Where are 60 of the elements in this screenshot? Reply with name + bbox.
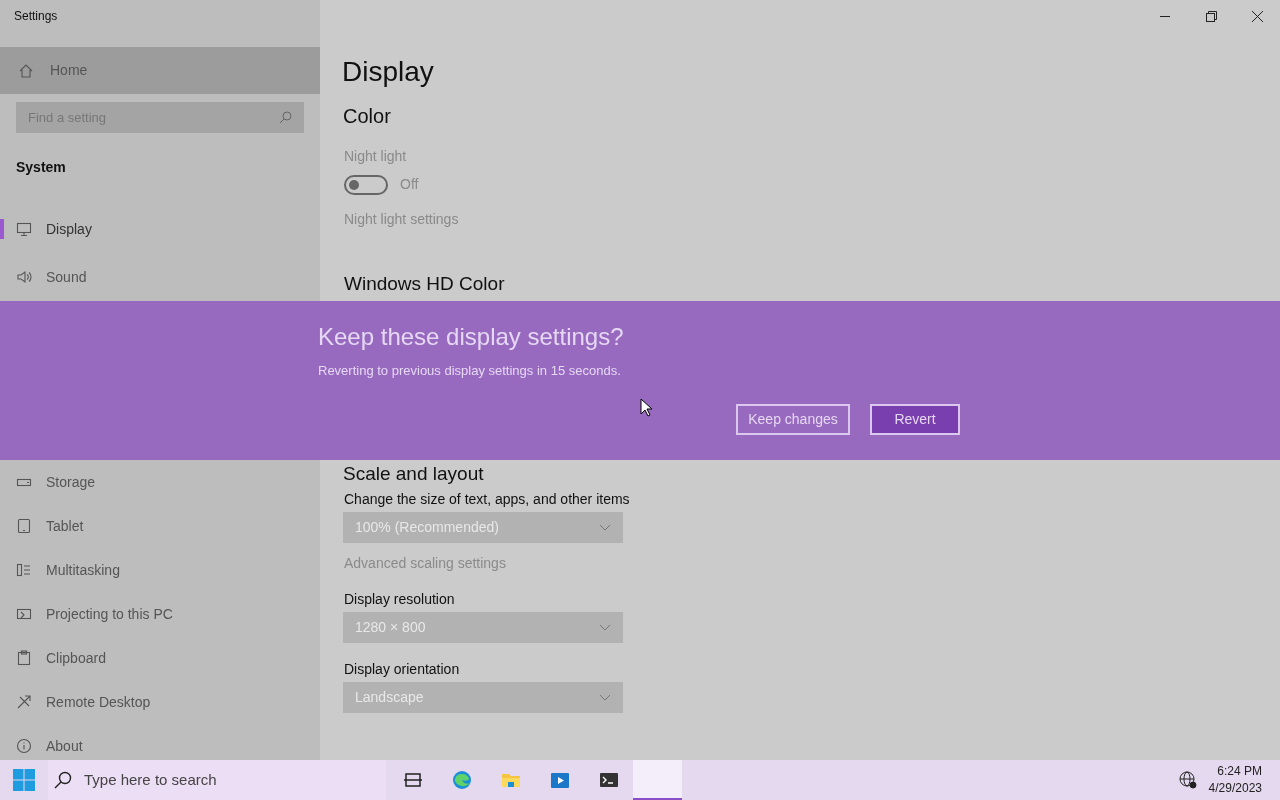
section-heading: System [16, 159, 66, 175]
sidebar-item[interactable]: Sound [0, 253, 320, 301]
task-view-icon [402, 770, 423, 790]
sidebar-item[interactable]: Remote Desktop [0, 680, 320, 724]
monitor-icon [16, 221, 32, 237]
clock-time[interactable]: 6:24 PM [1217, 763, 1262, 780]
sidebar-item[interactable]: Tablet [0, 504, 320, 548]
clipboard-icon [16, 650, 32, 666]
dialog-message: Reverting to previous display settings in 15 seconds. [318, 362, 621, 380]
revert-button[interactable]: Revert [870, 404, 960, 435]
media-icon [549, 770, 570, 790]
sidebar-item[interactable]: Clipboard [0, 636, 320, 680]
sidebar-item[interactable]: About [0, 724, 320, 760]
sidebar-item[interactable]: Multitasking [0, 548, 320, 592]
globe-icon[interactable] [1178, 771, 1197, 789]
page-title: Display [342, 55, 434, 89]
taskbar-search-field[interactable]: Type here to search [48, 760, 386, 800]
close-icon [1251, 10, 1263, 22]
search-icon [54, 771, 72, 789]
taskbar-button[interactable] [633, 760, 682, 800]
home-item[interactable]: Home [0, 47, 320, 94]
chevron-icon [599, 524, 611, 531]
tablet-icon [16, 518, 32, 534]
browser-icon [451, 770, 472, 790]
toggle-state: Off [400, 175, 419, 194]
search-icon [279, 110, 292, 124]
chevron-icon [599, 624, 611, 631]
projector-icon [16, 606, 32, 622]
terminal-icon [598, 770, 619, 790]
toggle-switch[interactable] [344, 174, 388, 195]
settings-link[interactable]: Night light settings [344, 209, 459, 229]
arrows-icon [16, 694, 32, 710]
chevron-icon [599, 694, 611, 701]
section-heading: Scale and layout [343, 462, 484, 486]
info-icon [16, 738, 32, 754]
selection-indicator [0, 219, 4, 239]
sidebar-item[interactable]: Display [0, 205, 320, 253]
sidebar-item[interactable]: Storage [0, 460, 320, 504]
setting-label: Night light [344, 147, 407, 166]
minimize-icon [1160, 15, 1170, 17]
start-icon[interactable] [13, 769, 35, 791]
section-heading: Color [343, 104, 391, 128]
window-title: Settings [14, 7, 58, 25]
setting-label: Display resolution [344, 590, 455, 609]
sidebar-item[interactable]: Projecting to this PC [0, 592, 320, 636]
dialog-title: Keep these display settings? [318, 322, 624, 352]
multitasking-icon [16, 562, 32, 578]
clock-date[interactable]: 4/29/2023 [1208, 780, 1262, 797]
speaker-icon [16, 269, 32, 285]
settings-link[interactable]: Advanced scaling settings [344, 553, 506, 573]
cursor-icon [640, 398, 652, 417]
section-heading: Windows HD Color [344, 272, 505, 296]
restore-icon [1205, 10, 1217, 22]
search-placeholder: Type here to search [84, 769, 217, 790]
setting-label: Display orientation [344, 660, 460, 679]
home-label: Home [50, 61, 88, 80]
active-indicator [633, 798, 682, 800]
home-icon [18, 62, 34, 79]
keep-changes-button[interactable]: Keep changes [736, 404, 850, 435]
setting-label: Change the size of text, apps, and other items [344, 490, 630, 509]
